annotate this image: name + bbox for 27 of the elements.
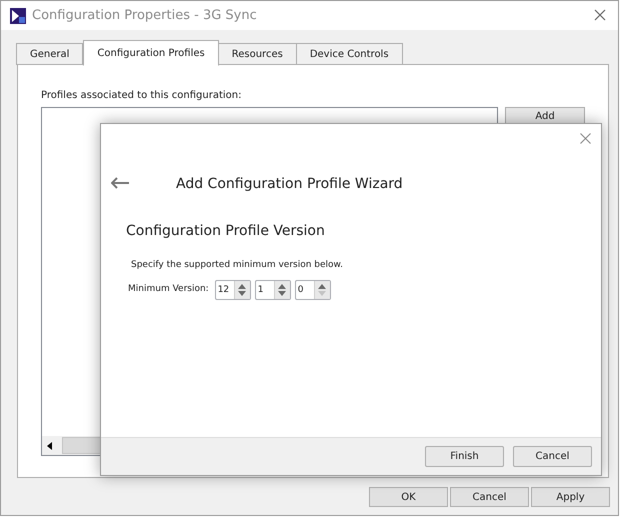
tab[interactable]: Device Controls: [296, 43, 403, 65]
profiles-label: Profiles associated to this configuration:: [41, 89, 242, 103]
down-arrow-icon[interactable]: [238, 291, 246, 296]
wizard-button[interactable]: Finish: [425, 446, 504, 467]
version-spinner[interactable]: 0: [294, 280, 331, 300]
dialog-button[interactable]: Cancel: [450, 487, 529, 507]
wizard-heading: Configuration Profile Version: [126, 222, 325, 241]
wizard-button[interactable]: Cancel: [513, 446, 592, 467]
up-arrow-icon[interactable]: [278, 284, 286, 289]
version-label: Minimum Version:: [128, 283, 209, 296]
wizard-title: Add Configuration Profile Wizard: [176, 175, 403, 194]
version-spinner[interactable]: 1: [254, 280, 291, 300]
back-arrow-icon[interactable]: [111, 177, 129, 189]
down-arrow-icon[interactable]: [278, 291, 286, 296]
window-title: Configuration Properties - 3G Sync: [32, 6, 257, 25]
dialog-button[interactable]: OK: [369, 487, 448, 507]
dialog-button[interactable]: Apply: [531, 487, 610, 507]
up-arrow-icon[interactable]: [318, 284, 326, 289]
tab[interactable]: Configuration Profiles: [83, 40, 219, 66]
left-arrow-icon[interactable]: [47, 442, 52, 450]
close-icon[interactable]: [594, 9, 606, 21]
close-icon[interactable]: [580, 133, 591, 144]
version-spinner[interactable]: 12: [214, 280, 251, 300]
up-arrow-icon[interactable]: [238, 284, 246, 289]
app-logo-icon: [10, 8, 26, 24]
instruction-text: Specify the supported minimum version below.: [131, 259, 343, 272]
tab[interactable]: General: [16, 43, 84, 65]
